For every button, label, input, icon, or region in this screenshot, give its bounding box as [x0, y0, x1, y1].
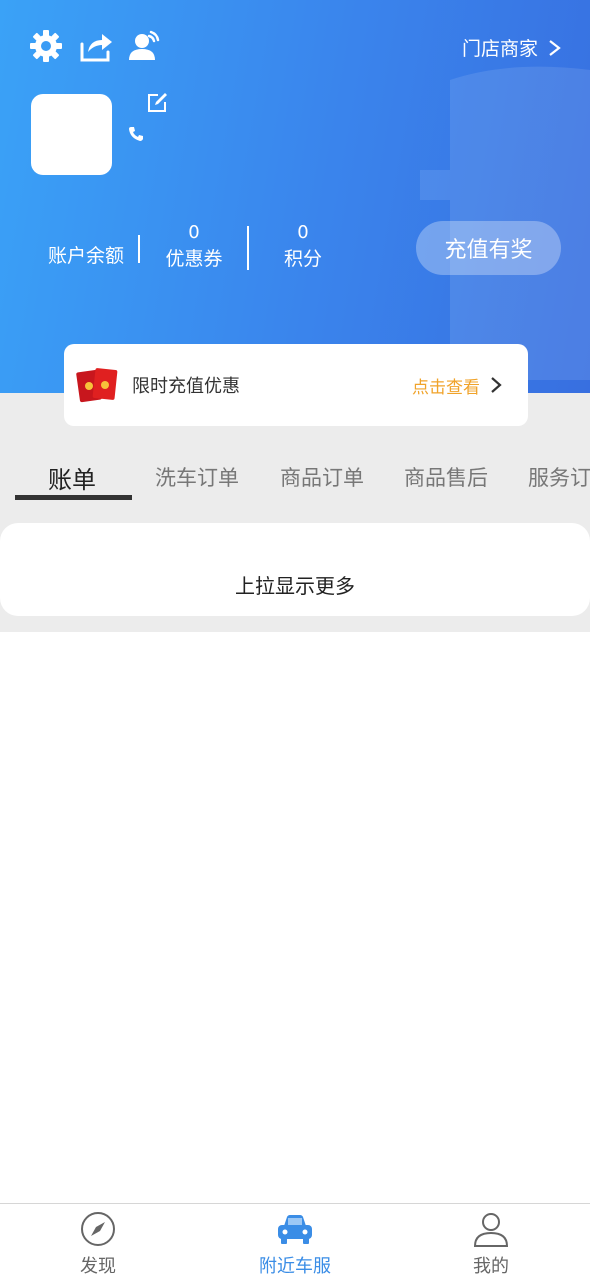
share-icon[interactable] — [78, 28, 114, 64]
customer-service-icon[interactable] — [127, 28, 163, 64]
red-envelope-icon — [76, 368, 118, 403]
load-more-panel: 上拉显示更多 — [0, 523, 590, 616]
settings-icon[interactable] — [28, 28, 64, 64]
car-icon — [278, 1215, 312, 1244]
user-icon — [473, 1213, 509, 1247]
nav-item-nearby-car-service[interactable]: 附近车服 — [220, 1210, 370, 1278]
car-watermark-icon — [420, 66, 590, 380]
promo-text: 限时充值优惠 — [132, 376, 240, 397]
coupon-count: 0 — [188, 222, 200, 243]
nav-item-discover[interactable]: 发现 — [23, 1210, 173, 1278]
bottom-navigation: 发现 附近车服 我的 — [0, 1203, 590, 1280]
load-more-text: 上拉显示更多 — [235, 574, 355, 598]
order-tabs: 账单 洗车订单 商品订单 商品售后 服务订单 — [0, 454, 590, 506]
account-balance[interactable]: 账户余额 — [44, 241, 128, 271]
profile-header: 门店商家 账户余额 0 优惠券 0 积分 充值有奖 — [0, 0, 590, 393]
tab-bills[interactable]: 账单 — [48, 460, 96, 495]
balance-label: 账户余额 — [47, 245, 124, 267]
edit-icon[interactable] — [146, 92, 168, 114]
nav-label: 我的 — [473, 1256, 509, 1277]
stat-divider — [247, 226, 249, 270]
coupon-stat[interactable]: 0 优惠券 — [160, 222, 228, 274]
tab-product-orders[interactable]: 商品订单 — [280, 462, 364, 492]
points-count: 0 — [297, 222, 309, 243]
tab-service-orders[interactable]: 服务订单 — [528, 462, 590, 492]
promo-view-link[interactable]: 点击查看 — [412, 373, 502, 398]
nav-item-mine[interactable]: 我的 — [416, 1210, 566, 1278]
stat-divider — [138, 235, 140, 263]
points-label: 积分 — [283, 248, 322, 270]
store-merchant-link[interactable]: 门店商家 — [462, 34, 562, 61]
points-stat[interactable]: 0 积分 — [273, 222, 333, 274]
promo-banner[interactable]: 限时充值优惠 点击查看 — [64, 344, 528, 426]
avatar[interactable] — [31, 94, 112, 175]
nav-label: 发现 — [80, 1256, 116, 1277]
compass-icon — [81, 1212, 115, 1246]
chevron-right-icon — [549, 39, 561, 56]
active-tab-indicator — [15, 495, 132, 500]
store-link-label: 门店商家 — [461, 38, 538, 60]
chevron-right-icon — [491, 377, 502, 393]
nav-label: 附近车服 — [259, 1256, 331, 1277]
promo-link-label: 点击查看 — [412, 377, 480, 398]
recharge-reward-button[interactable]: 充值有奖 — [416, 221, 561, 275]
tab-after-sales[interactable]: 商品售后 — [404, 462, 488, 492]
tab-carwash-orders[interactable]: 洗车订单 — [155, 462, 239, 492]
phone-icon — [129, 127, 143, 141]
coupon-label: 优惠券 — [165, 248, 223, 270]
